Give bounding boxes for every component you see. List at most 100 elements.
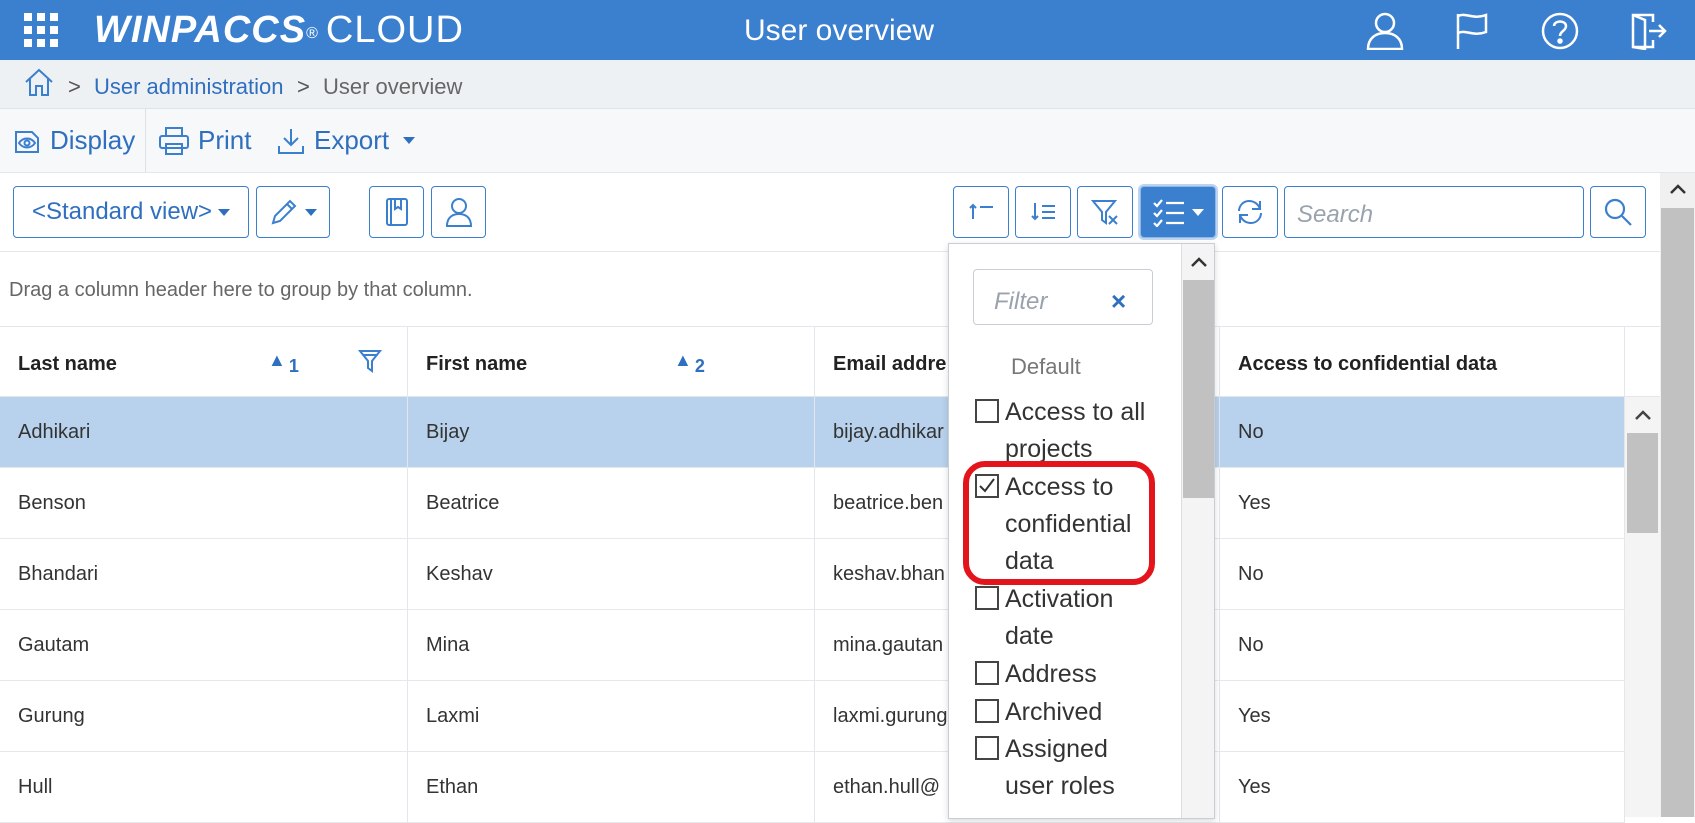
- label-line: Assigned: [1005, 735, 1108, 763]
- refresh-icon: [1238, 199, 1262, 225]
- cell-last-name: Hull: [0, 752, 408, 822]
- page-scrollbar[interactable]: [1660, 173, 1695, 817]
- view-selector-label: <Standard view>: [31, 198, 213, 225]
- cell-text: mina.gautan: [833, 634, 944, 656]
- cell-text: keshav.bhan: [833, 563, 945, 585]
- dropdown-scrollbar[interactable]: [1181, 244, 1214, 818]
- page-title: User overview: [744, 14, 935, 47]
- cell-last-name: Adhikari: [0, 397, 408, 467]
- page-scrollbar-thumb[interactable]: [1661, 208, 1694, 817]
- print-button[interactable]: Print: [158, 109, 251, 172]
- table-header: Last name ▲ 1 First name ▲ 2 Email addre A…: [0, 326, 1660, 397]
- cell-text: Yes: [1238, 705, 1271, 727]
- scroll-up-icon[interactable]: [1669, 183, 1687, 195]
- brand-logo[interactable]: WINPACCS® CLOUD: [94, 8, 464, 52]
- table-scrollbar[interactable]: [1625, 397, 1660, 817]
- table-scrollbar-thumb[interactable]: [1627, 433, 1658, 533]
- cell-first-name: Laxmi: [408, 681, 815, 751]
- search-icon: [1604, 198, 1632, 226]
- language-flag-icon[interactable]: [1454, 12, 1490, 50]
- sort-list-button[interactable]: [1015, 186, 1071, 238]
- home-icon[interactable]: [24, 67, 54, 97]
- scroll-up-icon[interactable]: [1190, 256, 1208, 268]
- cell-text: beatrice.ben: [833, 492, 944, 514]
- refresh-button[interactable]: [1222, 186, 1278, 238]
- close-icon[interactable]: ×: [1111, 286, 1126, 317]
- column-group-label: Default: [1011, 354, 1081, 379]
- column-option-label: Address: [1005, 656, 1155, 693]
- column-checkbox[interactable]: [975, 661, 999, 685]
- highlight-annotation: [963, 461, 1155, 585]
- export-label: Export: [314, 125, 390, 155]
- table-row[interactable]: Benson Beatrice beatrice.ben Yes: [0, 468, 1625, 539]
- cell-text: Gautam: [18, 634, 90, 656]
- manual-button[interactable]: [369, 186, 424, 238]
- sort-ascending-button[interactable]: [953, 186, 1009, 238]
- display-button[interactable]: Display: [12, 109, 135, 172]
- cell-text: Hull: [18, 776, 53, 798]
- column-filter-icon[interactable]: [358, 348, 382, 374]
- cell-text: Beatrice: [426, 492, 500, 514]
- cell-access-confidential: No: [1220, 539, 1625, 609]
- cell-text: laxmi.gurung: [833, 705, 948, 727]
- printer-icon: [159, 126, 189, 155]
- user-profile-icon[interactable]: [1365, 12, 1405, 50]
- view-selector[interactable]: <Standard view>: [13, 186, 249, 238]
- dropdown-scrollbar-thumb[interactable]: [1183, 280, 1214, 498]
- cell-first-name: Bijay: [408, 397, 815, 467]
- table-row[interactable]: Bhandari Keshav keshav.bhan No: [0, 539, 1625, 610]
- breadcrumb-user-overview: User overview: [323, 74, 463, 99]
- book-icon: [385, 198, 408, 226]
- column-checkbox[interactable]: [975, 586, 999, 610]
- cell-last-name: Bhandari: [0, 539, 408, 609]
- cell-first-name: Keshav: [408, 539, 815, 609]
- cell-first-name: Mina: [408, 610, 815, 680]
- export-button[interactable]: Export: [276, 109, 416, 172]
- cell-text: Yes: [1238, 492, 1271, 514]
- column-checkbox[interactable]: [975, 399, 999, 423]
- search-button[interactable]: [1590, 186, 1646, 238]
- cell-text: Yes: [1238, 776, 1271, 798]
- table-row[interactable]: Hull Ethan ethan.hull@ Yes: [0, 752, 1625, 823]
- group-by-hint: Drag a column header here to group by th…: [9, 279, 473, 301]
- column-chooser-button[interactable]: [1140, 186, 1216, 238]
- scroll-up-icon[interactable]: [1634, 409, 1652, 421]
- column-header-last-name[interactable]: Last name ▲ 1: [0, 326, 408, 396]
- search-input[interactable]: Search: [1284, 186, 1584, 238]
- checklist-icon: [1153, 199, 1184, 227]
- column-checkbox[interactable]: [975, 736, 999, 760]
- column-header-first-name[interactable]: First name ▲ 2: [408, 326, 815, 396]
- cell-text: No: [1238, 634, 1264, 656]
- cell-text: Gurung: [18, 705, 85, 727]
- menu-divider: [145, 109, 146, 172]
- column-checkbox[interactable]: [975, 699, 999, 723]
- cell-first-name: Ethan: [408, 752, 815, 822]
- top-bar: WINPACCS® CLOUD User overview: [0, 0, 1695, 60]
- label-line: date: [1005, 622, 1054, 650]
- edit-view-button[interactable]: [256, 186, 330, 238]
- pencil-icon: [271, 199, 297, 225]
- sort-indicator: ▲ 1: [268, 350, 299, 376]
- breadcrumb-separator: >: [68, 74, 81, 99]
- cell-access-confidential: Yes: [1220, 468, 1625, 538]
- group-by-zone[interactable]: Drag a column header here to group by th…: [0, 251, 1660, 327]
- table-row[interactable]: Gautam Mina mina.gautan No: [0, 610, 1625, 681]
- column-header-access-confidential[interactable]: Access to confidential data: [1220, 326, 1625, 396]
- breadcrumb-user-administration[interactable]: User administration: [94, 74, 284, 100]
- sort-ascending-icon: [969, 203, 993, 219]
- table-row[interactable]: Adhikari Bijay bijay.adhikar No: [0, 397, 1625, 468]
- column-filter-input[interactable]: Filter ×: [973, 269, 1153, 325]
- logout-icon[interactable]: [1629, 12, 1667, 50]
- label-line: Address: [1005, 660, 1097, 688]
- cell-text: Bhandari: [18, 563, 99, 585]
- breadcrumb-separator: >: [297, 74, 310, 99]
- app-grid-icon[interactable]: [24, 13, 58, 47]
- table-row[interactable]: Gurung Laxmi laxmi.gurung Yes: [0, 681, 1625, 752]
- user-details-button[interactable]: [431, 186, 486, 238]
- cell-text: Keshav: [426, 563, 493, 585]
- clear-filter-button[interactable]: [1077, 186, 1133, 238]
- help-icon[interactable]: [1541, 12, 1579, 50]
- table-body: Adhikari Bijay bijay.adhikar No Benson Beatri…: [0, 397, 1625, 823]
- chevron-down-icon: [218, 208, 231, 216]
- breadcrumb: > User administration > User overview: [0, 60, 1695, 109]
